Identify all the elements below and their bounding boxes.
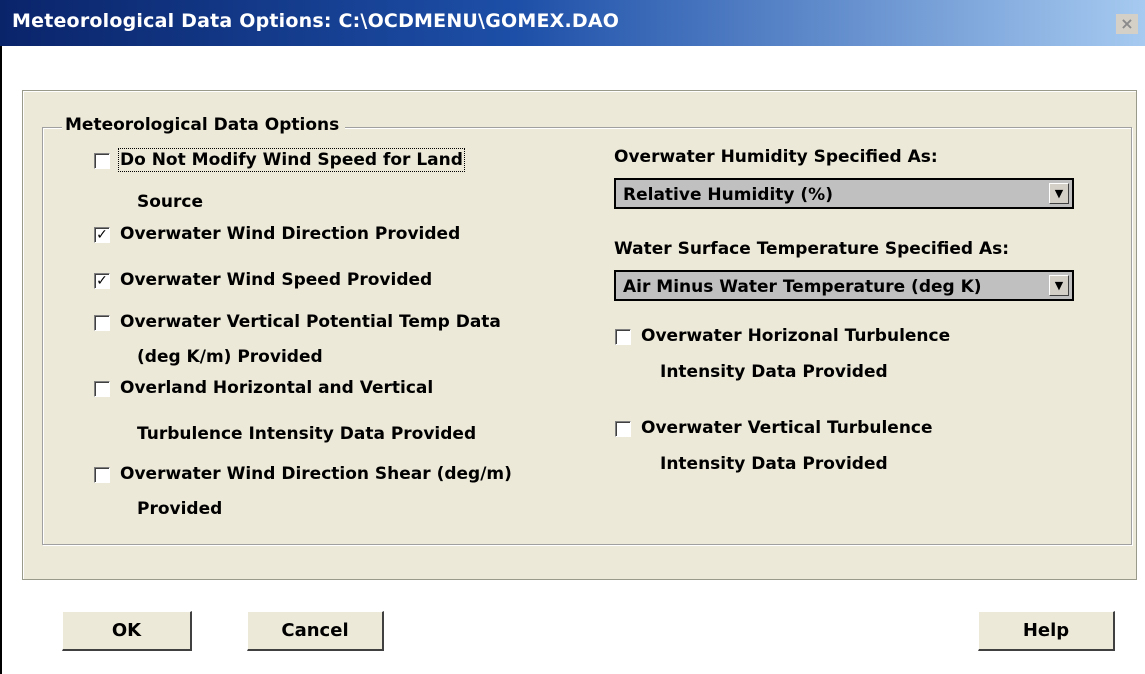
checkbox-box[interactable] (94, 467, 110, 483)
checkbox-box-checked[interactable]: ✓ (94, 227, 110, 243)
checkbox-box[interactable] (94, 153, 110, 169)
water-temp-label: Water Surface Temperature Specified As: (614, 239, 1010, 259)
chevron-down-icon[interactable]: ▼ (1049, 275, 1069, 296)
checkbox-box[interactable] (94, 381, 110, 397)
checkbox-label: Overwater Wind Speed Provided (120, 270, 433, 290)
checkbox-label: Overwater Vertical Turbulence (641, 418, 933, 438)
help-button[interactable]: Help (978, 611, 1115, 651)
checkbox-box-checked[interactable]: ✓ (94, 273, 110, 289)
checkbox-label: Overwater Wind Direction Provided (120, 224, 461, 244)
group-box-label: Meteorological Data Options (62, 115, 346, 135)
humidity-select[interactable]: Relative Humidity (%) ▼ (614, 178, 1074, 209)
cancel-button[interactable]: Cancel (247, 611, 384, 651)
humidity-selected-value: Relative Humidity (%) (623, 185, 833, 205)
checkbox-box[interactable] (615, 421, 631, 437)
checkbox-label-continued: Source (137, 192, 204, 212)
humidity-label: Overwater Humidity Specified As: (614, 147, 938, 167)
checkbox-label: Overwater Horizonal Turbulence (641, 326, 951, 346)
water-temp-selected-value: Air Minus Water Temperature (deg K) (623, 277, 982, 297)
checkbox-label: Overwater Vertical Potential Temp Data (120, 312, 501, 332)
checkbox-box[interactable] (615, 329, 631, 345)
checkbox-label-continued: Intensity Data Provided (660, 362, 888, 382)
checkbox-box[interactable] (94, 315, 110, 331)
checkbox-label: Overwater Wind Direction Shear (deg/m) (120, 464, 512, 484)
close-icon[interactable]: × (1116, 14, 1138, 34)
title-bar[interactable]: Meteorological Data Options: C:\OCDMENU\… (0, 0, 1145, 46)
window-left-border (0, 46, 2, 674)
ok-button[interactable]: OK (62, 611, 192, 651)
window-title: Meteorological Data Options: C:\OCDMENU\… (12, 10, 620, 32)
checkbox-label-continued: Turbulence Intensity Data Provided (137, 424, 477, 444)
chevron-down-icon[interactable]: ▼ (1049, 183, 1069, 204)
checkbox-label-continued: (deg K/m) Provided (137, 347, 323, 367)
checkbox-label: Overland Horizontal and Vertical (120, 378, 434, 398)
checkbox-label-continued: Intensity Data Provided (660, 454, 888, 474)
checkbox-label-continued: Provided (137, 499, 223, 519)
water-temp-select[interactable]: Air Minus Water Temperature (deg K) ▼ (614, 270, 1074, 301)
checkbox-label: Do Not Modify Wind Speed for Land (118, 148, 465, 172)
